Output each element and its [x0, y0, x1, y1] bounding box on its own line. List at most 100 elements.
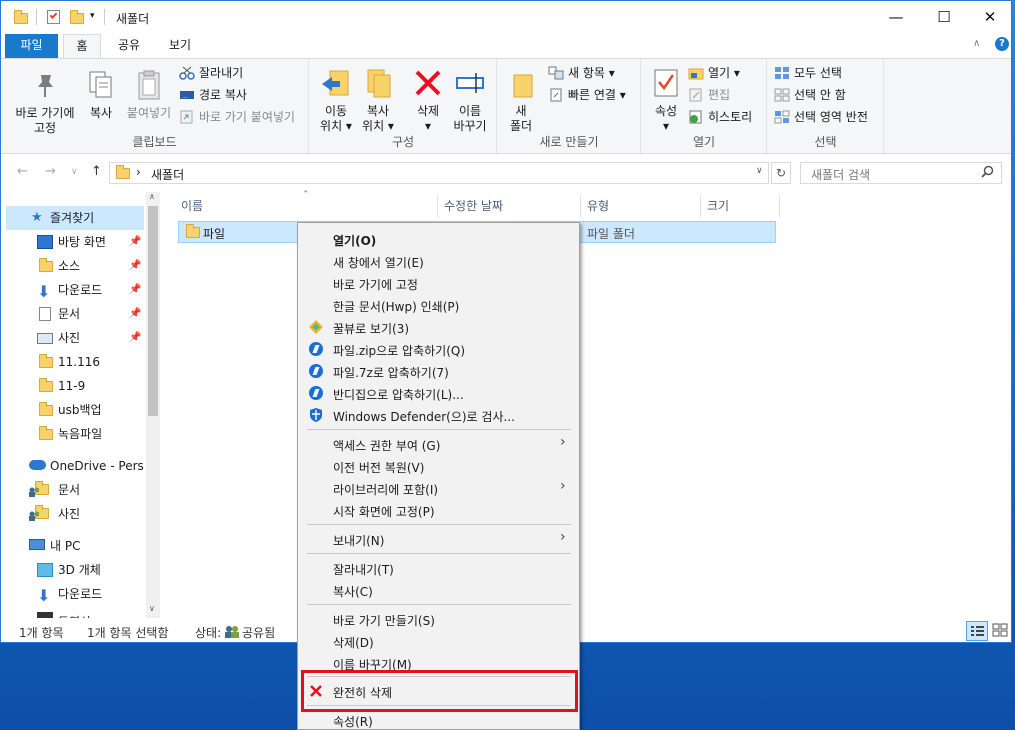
address-bar-row: ← → ∨ ↑ › 새폴더 ∨ ↻ 새폴더 검색 [1, 154, 1011, 190]
nav-recordings[interactable]: 녹음파일 [1, 422, 144, 446]
copy-button[interactable]: 복사 [81, 69, 121, 121]
paste-button[interactable]: 붙여넣기 [121, 69, 177, 121]
menu-open[interactable]: 열기(O) [333, 232, 376, 249]
maximize-button[interactable]: ☐ [921, 1, 967, 33]
help-icon[interactable]: ? [995, 37, 1009, 51]
move-to-button[interactable]: 이동 위치 ▾ [316, 67, 356, 134]
nav-source[interactable]: 소스 📌 [1, 254, 144, 278]
tab-home[interactable]: 홈 [63, 34, 101, 58]
scrollbar-thumb[interactable] [148, 206, 158, 416]
column-size[interactable]: 크기 [701, 194, 780, 218]
nav-od-pictures[interactable]: 사진 [1, 502, 144, 526]
open-button[interactable]: 열기 ▾ [688, 66, 740, 81]
shared-folder-icon [29, 505, 49, 522]
pin-icon: 📌 [129, 308, 142, 319]
up-button[interactable]: ↑ [91, 164, 102, 179]
paste-shortcut-button[interactable]: 바로 가기 붙여넣기 [179, 110, 295, 125]
new-folder-button[interactable]: 새 폴더 [504, 67, 538, 134]
properties-button[interactable]: 속성 ▾ [648, 67, 684, 134]
nav-usb-backup[interactable]: usb백업 [1, 398, 144, 422]
nav-quick-access[interactable]: ★ 즐겨찾기 [6, 206, 144, 230]
column-type[interactable]: 유형 [581, 194, 701, 218]
menu-print-hwp[interactable]: 한글 문서(Hwp) 인쇄(P) [333, 298, 459, 315]
nav-folder-11-9[interactable]: 11-9 [1, 374, 144, 398]
3d-objects-icon [37, 563, 53, 577]
select-all-button[interactable]: 모두 선택 [774, 66, 842, 81]
address-input[interactable]: › 새폴더 ∨ [109, 162, 769, 184]
scroll-down-icon[interactable]: ∨ [149, 604, 155, 613]
nav-onedrive[interactable]: OneDrive - Person [1, 454, 144, 478]
invert-selection-button[interactable]: 선택 영역 반전 [774, 110, 868, 125]
recent-locations-icon[interactable]: ∨ [71, 167, 78, 177]
pin-quick-access-button[interactable]: 바로 가기에 고정 [7, 69, 83, 136]
menu-defender[interactable]: Windows Defender(으)로 검사... [333, 408, 515, 425]
nav-pc-downloads[interactable]: ⬇ 다운로드 [1, 582, 144, 606]
nav-3d-objects[interactable]: 3D 개체 [1, 558, 144, 582]
nav-scrollbar[interactable]: ∧ ∨ [146, 192, 160, 618]
open-label: 열기 ▾ [708, 66, 740, 80]
easy-access-label: 빠른 연결 ▾ [568, 88, 626, 102]
download-icon: ⬇ [37, 586, 51, 605]
menu-zip[interactable]: 파일.zip으로 압축하기(Q) [333, 342, 465, 359]
menu-give-access[interactable]: 액세스 권한 부여 (G) [333, 437, 440, 454]
nav-folder-11116[interactable]: 11.116 [1, 350, 144, 374]
menu-bandizip[interactable]: 반디집으로 압축하기(L)... [333, 386, 464, 403]
nav-quick-access-label: 즐겨찾기 [50, 211, 95, 225]
delete-button[interactable]: 삭제 ▾ [408, 67, 448, 134]
customize-qat-icon[interactable]: ▾ [90, 11, 95, 21]
column-date[interactable]: 수정한 날짜 [438, 194, 581, 218]
new-folder-quick-icon[interactable] [70, 10, 84, 24]
menu-restore-versions[interactable]: 이전 버전 복원(V) [333, 459, 424, 476]
close-button[interactable]: ✕ [967, 1, 1011, 33]
copy-path-button[interactable]: ... 경로 복사 [179, 88, 247, 103]
cut-button[interactable]: 잘라내기 [179, 66, 243, 81]
menu-copy[interactable]: 복사(C) [333, 583, 373, 600]
details-view-button[interactable] [966, 621, 988, 641]
scroll-up-icon[interactable]: ∧ [149, 192, 155, 201]
nav-this-pc[interactable]: 내 PC [1, 534, 144, 558]
address-dropdown-icon[interactable]: ∨ [756, 166, 763, 176]
nav-desktop[interactable]: 바탕 화면 📌 [1, 230, 144, 254]
menu-pin-quick-access[interactable]: 바로 가기에 고정 [333, 276, 418, 293]
paste-shortcut-label: 바로 가기 붙여넣기 [199, 110, 295, 124]
nav-pictures[interactable]: 사진 📌 [1, 326, 144, 350]
history-button[interactable]: 히스토리 [688, 110, 752, 125]
menu-pin-start[interactable]: 시작 화면에 고정(P) [333, 503, 435, 520]
large-icons-view-button[interactable] [990, 621, 1010, 641]
refresh-button[interactable]: ↻ [771, 162, 791, 184]
menu-send-to[interactable]: 보내기(N) [333, 532, 384, 549]
breadcrumb-current[interactable]: 새폴더 [151, 166, 184, 183]
rename-button[interactable]: 이름 바꾸기 [450, 67, 490, 134]
menu-cut[interactable]: 잘라내기(T) [333, 561, 394, 578]
select-none-button[interactable]: 선택 안 함 [774, 88, 846, 103]
new-item-button[interactable]: 새 항목 ▾ [548, 66, 615, 81]
forward-button[interactable]: → [45, 164, 56, 179]
properties-quick-icon[interactable] [47, 10, 60, 24]
minimize-button[interactable]: — [873, 1, 919, 33]
menu-separator [307, 604, 571, 605]
title-bar[interactable]: ▾ 새폴더 — ☐ ✕ [1, 1, 1011, 33]
copy-to-button[interactable]: 복사 위치 ▾ [358, 67, 398, 134]
menu-delete[interactable]: 삭제(D) [333, 634, 374, 651]
edit-button[interactable]: 편집 [688, 88, 730, 103]
nav-videos[interactable]: 동영상 [1, 606, 144, 618]
menu-7z[interactable]: 파일.7z로 압축하기(7) [333, 364, 449, 381]
tab-share[interactable]: 공유 [104, 34, 154, 58]
nav-documents[interactable]: 문서 📌 [1, 302, 144, 326]
menu-open-new-window[interactable]: 새 창에서 열기(E) [333, 254, 424, 271]
column-name[interactable]: 이름 [175, 194, 438, 218]
back-button[interactable]: ← [17, 164, 28, 179]
search-input[interactable]: 새폴더 검색 [800, 162, 1002, 184]
menu-create-shortcut[interactable]: 바로 가기 만들기(S) [333, 612, 435, 629]
menu-properties[interactable]: 속성(R) [333, 713, 373, 730]
tab-view[interactable]: 보기 [155, 34, 205, 58]
history-icon [688, 110, 704, 124]
collapse-ribbon-icon[interactable]: ∧ [973, 38, 980, 49]
search-icon[interactable] [981, 165, 994, 181]
menu-include-library[interactable]: 라이브러리에 포함(I) [333, 481, 438, 498]
easy-access-button[interactable]: 빠른 연결 ▾ [548, 88, 626, 103]
nav-downloads[interactable]: ⬇ 다운로드 📌 [1, 278, 144, 302]
menu-honeyview[interactable]: 꿀뷰로 보기(3) [333, 320, 409, 337]
tab-file[interactable]: 파일 [5, 34, 58, 58]
nav-od-documents[interactable]: 문서 [1, 478, 144, 502]
